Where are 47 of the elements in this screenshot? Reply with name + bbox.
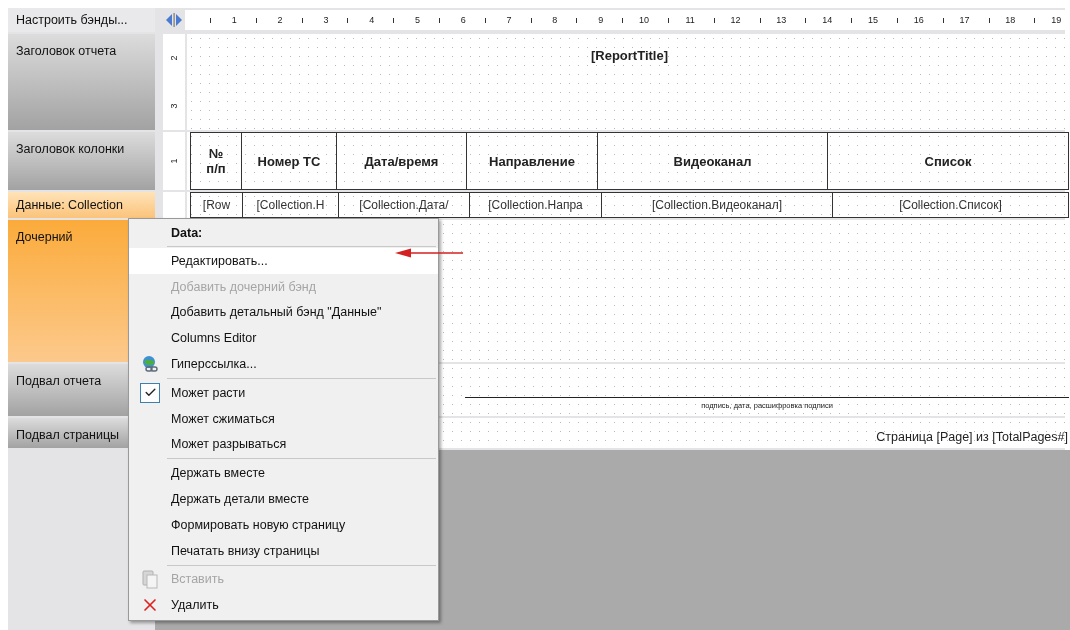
ruler-number: 19 [1051,15,1062,25]
report-title-field[interactable]: [ReportTitle] [590,48,668,63]
configure-bands-button[interactable]: Настроить бэнды... [8,8,155,32]
vertical-ruler [163,192,185,218]
column-header-cell[interactable]: Дата/время [337,133,467,189]
band-label[interactable]: Данные: Collection [8,192,155,218]
ruler-number: 9 [598,15,604,25]
ruler-number: 2 [277,15,283,25]
band-label[interactable]: Заголовок отчета [8,34,155,130]
splitter-arrows-icon[interactable] [165,13,183,27]
column-header-cell[interactable]: Список [828,133,1068,189]
ruler-number: 16 [913,15,924,25]
page-number-field[interactable]: Страница [Page] из [TotalPages#] [876,430,1068,448]
ruler-number: 2 [169,55,179,61]
ruler-number: 1 [231,15,237,25]
ruler-number: 4 [369,15,375,25]
ruler-number: 10 [638,15,649,25]
ruler-number: 17 [959,15,970,25]
ruler-number: 15 [867,15,878,25]
ruler-number: 18 [1005,15,1016,25]
band-area[interactable]: № п/п Номер ТС Дата/время Направление Видеоканал Список [187,132,1070,190]
ruler-number: 8 [552,15,558,25]
checkbox-tick[interactable] [140,382,160,403]
ruler-number: 11 [685,15,695,25]
ruler-number: 12 [730,15,741,25]
menu-item[interactable]: Удалить [129,592,438,619]
ruler-number: 6 [460,15,466,25]
menu-item[interactable]: Держать вместе [129,460,438,487]
ruler-number: 5 [414,15,420,25]
ruler-number: 14 [822,15,833,25]
column-header-cell[interactable]: Видеоканал [598,133,828,189]
column-header-cell[interactable]: Номер ТС [242,133,337,189]
ruler-number: 13 [776,15,787,25]
globe-link-icon [141,355,159,374]
ruler-number: 1 [169,158,179,164]
menu-item[interactable]: Формировать новую страницу [129,511,438,538]
ruler-number: 3 [169,103,179,109]
ruler-number: 3 [323,15,329,25]
menu-item[interactable]: Редактировать... [129,248,438,274]
menu-item[interactable]: Печатать внизу страницы [129,537,438,564]
menu-header: Data: [170,225,204,242]
ruler-number: 7 [506,15,512,25]
band-label[interactable]: Заголовок колонки [8,132,155,190]
column-header-cell[interactable]: № п/п [191,133,242,189]
column-header-cell[interactable]: Направление [467,133,598,189]
menu-item[interactable]: Держать детали вместе [129,486,438,512]
clipboard-icon [142,569,158,590]
